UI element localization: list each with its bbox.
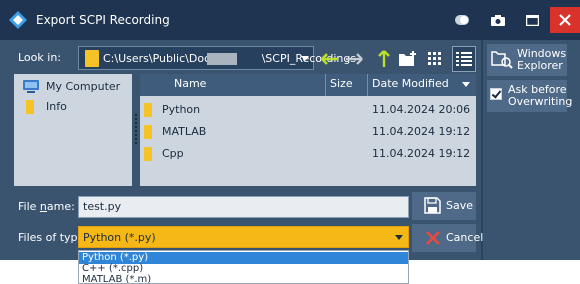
- maximize-button[interactable]: [518, 7, 546, 33]
- file-name-input[interactable]: test.py: [78, 196, 409, 218]
- close-button[interactable]: [550, 7, 580, 33]
- places-panel: My Computer Info: [14, 74, 132, 186]
- file-type-selected: Python (*.py): [83, 231, 156, 244]
- theme-toggle[interactable]: [455, 15, 469, 25]
- file-type-select[interactable]: Python (*.py): [78, 226, 409, 248]
- new-folder-icon: [399, 51, 416, 66]
- place-label: Info: [46, 100, 67, 113]
- maximize-icon: [525, 14, 539, 26]
- file-date: 11.04.2024 19:12: [372, 147, 471, 160]
- column-name[interactable]: Name: [140, 74, 326, 96]
- chevron-down-icon: [395, 235, 403, 240]
- column-size[interactable]: Size: [326, 74, 368, 96]
- file-type-dropdown: Python (*.py) C++ (*.cpp) MATLAB (*.m): [78, 250, 409, 284]
- window-title: Export SCPI Recording: [36, 13, 170, 27]
- file-list-header: Name Size Date Modified: [140, 74, 476, 96]
- file-name: Cpp: [162, 147, 184, 160]
- file-row[interactable]: MATLAB 11.04.2024 19:12: [140, 122, 476, 142]
- ask-before-overwriting-checkbox[interactable]: [490, 88, 502, 100]
- redacted-segment: [207, 53, 237, 65]
- save-icon: [424, 197, 441, 214]
- file-name-label: File name:: [18, 200, 75, 213]
- place-my-computer[interactable]: My Computer: [22, 78, 126, 96]
- folder-icon: [144, 125, 152, 139]
- detail-view-button[interactable]: [452, 46, 476, 72]
- screenshot-button[interactable]: [484, 7, 512, 33]
- windows-explorer-label: Windows Explorer: [517, 48, 566, 72]
- list-view-icon: [428, 52, 441, 65]
- look-in-combo[interactable]: C:\Users\Public\Docu... \SCPI_Recordings: [78, 46, 356, 70]
- folder-icon: [85, 50, 99, 67]
- close-icon: [559, 14, 571, 26]
- sort-desc-icon: [462, 82, 470, 87]
- chevron-down-icon: [301, 56, 309, 61]
- camera-icon: [491, 15, 505, 26]
- place-label: My Computer: [46, 80, 121, 93]
- file-name-value: test.py: [83, 200, 122, 213]
- detail-view-icon: [456, 52, 472, 66]
- file-date: 11.04.2024 20:06: [372, 103, 471, 116]
- file-row[interactable]: Python 11.04.2024 20:06: [140, 100, 476, 120]
- windows-explorer-button[interactable]: Windows Explorer: [487, 44, 567, 76]
- column-date-modified[interactable]: Date Modified: [368, 74, 476, 96]
- file-name: MATLAB: [162, 125, 207, 138]
- file-list: Name Size Date Modified Python 11.04.202…: [135, 74, 476, 186]
- new-folder-button[interactable]: [396, 46, 420, 72]
- file-date: 11.04.2024 19:12: [372, 125, 471, 138]
- save-label: Save: [446, 199, 474, 212]
- side-separator: [481, 40, 483, 260]
- app-logo-icon: [9, 11, 27, 29]
- folder-icon: [144, 147, 152, 161]
- folder-icon: [144, 103, 152, 117]
- computer-icon: [23, 80, 39, 93]
- forward-button[interactable]: [342, 46, 366, 72]
- cancel-x-icon: [426, 231, 440, 245]
- ask-before-overwriting-label: Ask before Overwriting: [508, 84, 572, 108]
- arrow-right-icon: [346, 53, 363, 65]
- back-button[interactable]: [318, 46, 342, 72]
- cancel-button[interactable]: Cancel: [412, 224, 483, 252]
- ask-before-line2: Overwriting: [508, 95, 573, 108]
- list-view-button[interactable]: [424, 46, 448, 72]
- splitter-handle[interactable]: [135, 114, 139, 144]
- export-dialog: Export SCPI Recording Look in: C:\Users\…: [0, 0, 580, 260]
- arrow-left-icon: [321, 53, 338, 65]
- windows-explorer-line2: Explorer: [517, 59, 563, 72]
- arrow-up-icon: [378, 50, 390, 67]
- up-folder-button[interactable]: [372, 46, 396, 72]
- save-button[interactable]: Save: [412, 192, 476, 220]
- file-row[interactable]: Cpp 11.04.2024 19:12: [140, 144, 476, 164]
- file-type-option[interactable]: MATLAB (*.m): [79, 274, 408, 283]
- explorer-search-icon: [491, 51, 513, 69]
- title-bar: Export SCPI Recording: [0, 0, 580, 40]
- cancel-label: Cancel: [446, 231, 484, 244]
- look-in-label: Look in:: [18, 51, 61, 64]
- place-info[interactable]: Info: [22, 98, 126, 116]
- file-name: Python: [162, 103, 201, 116]
- folder-icon: [26, 100, 34, 114]
